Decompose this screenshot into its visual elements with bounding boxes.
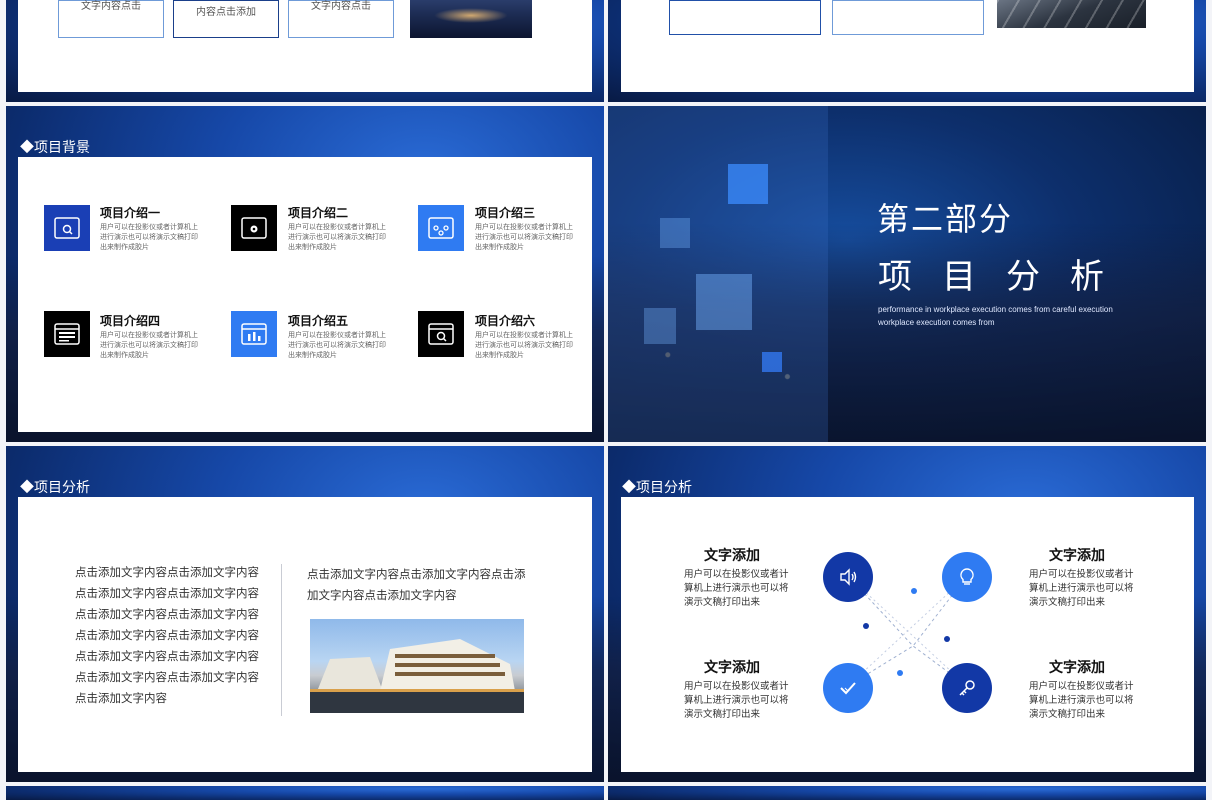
slide-6[interactable]: ◆项目分析 文字添加 用户可以在投影仪或者计算机上进行演示也可以将演示文稿打印出… bbox=[608, 446, 1206, 782]
share-icon bbox=[428, 217, 454, 239]
key-icon bbox=[959, 680, 975, 696]
connector-lines bbox=[847, 575, 968, 687]
slide-8[interactable] bbox=[608, 786, 1206, 800]
block-desc-2: 用户可以在投影仪或者计算机上进行演示也可以将演示文稿打印出来 bbox=[1029, 569, 1134, 608]
text-line: 点击添加文字内容点击添加文字内容 bbox=[75, 607, 259, 621]
connector-dot bbox=[944, 636, 950, 642]
slide-heading: ◆项目分析 bbox=[20, 479, 90, 495]
item-desc-4: 用户可以在投影仪或者计算机上进行演示也可以将演示文稿打印出来制作成胶片 bbox=[100, 331, 198, 359]
section-subtitle-en: performance in workplace execution comes… bbox=[878, 305, 1113, 327]
lightbulb-icon bbox=[960, 568, 974, 585]
text-line: 点击添加文字内容 bbox=[75, 691, 167, 705]
speaker-icon bbox=[840, 568, 857, 586]
text-line: 点击添加文字内容点击添加文字内容 bbox=[75, 649, 259, 663]
decor-square-2 bbox=[660, 218, 690, 248]
decor-square-1 bbox=[728, 164, 768, 204]
item-title-6: 项目介绍六 bbox=[475, 314, 536, 328]
speaker-icon-circle bbox=[823, 552, 873, 602]
browser-icon bbox=[54, 323, 80, 345]
slide-1[interactable]: 文字内容点击 内容点击添加 文字内容点击 bbox=[6, 0, 604, 102]
block-title-3: 文字添加 bbox=[704, 659, 760, 675]
block-title-4: 文字添加 bbox=[1049, 659, 1105, 675]
slide-5[interactable]: ◆项目分析 点击添加文字内容点击添加文字内容 点击添加文字内容点击添加文字内容 … bbox=[6, 446, 604, 782]
lightbulb-icon-circle bbox=[942, 552, 992, 602]
photo-lines bbox=[997, 0, 1146, 28]
section-subtitle-cn: 项目分析 bbox=[878, 257, 1134, 297]
highway-photo bbox=[997, 0, 1146, 28]
item-icon-4 bbox=[44, 311, 90, 357]
item-title-3: 项目介绍三 bbox=[475, 206, 536, 220]
item-icon-1 bbox=[44, 205, 90, 251]
text-line: 点击添加文字内容点击添加文字内容 bbox=[75, 670, 259, 684]
text-line: 点击添加文字内容点击添加文字内容 bbox=[75, 628, 259, 642]
slide-background bbox=[608, 786, 1206, 800]
item-desc-1: 用户可以在投影仪或者计算机上进行演示也可以将演示文稿打印出来制作成胶片 bbox=[100, 223, 198, 251]
item-title-5: 项目介绍五 bbox=[288, 314, 349, 328]
search-icon bbox=[54, 217, 80, 239]
slide-heading: ◆项目背景 bbox=[20, 139, 90, 155]
section-title: 第二部分 bbox=[877, 200, 1014, 238]
block-desc-1: 用户可以在投影仪或者计算机上进行演示也可以将演示文稿打印出来 bbox=[684, 569, 789, 608]
connector-dot bbox=[911, 588, 917, 594]
slide-background bbox=[6, 786, 604, 800]
chart-icon bbox=[241, 323, 267, 345]
decor-square-3 bbox=[696, 274, 752, 330]
decor-square-5 bbox=[762, 352, 782, 372]
harbor-photo bbox=[410, 0, 532, 38]
search-icon bbox=[428, 323, 454, 345]
connector-dot bbox=[863, 623, 869, 629]
box-label: 内容点击添加 bbox=[196, 7, 256, 18]
content-panel bbox=[18, 157, 592, 432]
text-box-2: 内容点击添加 bbox=[173, 0, 279, 38]
item-icon-5 bbox=[231, 311, 277, 357]
text-box-3: 文字内容点击 bbox=[288, 0, 394, 38]
text-line: 点击添加文字内容点击添加文字内容 bbox=[75, 586, 259, 600]
item-title-1: 项目介绍一 bbox=[100, 206, 161, 220]
item-title-2: 项目介绍二 bbox=[288, 206, 349, 220]
empty-box-2 bbox=[832, 0, 984, 35]
item-icon-6 bbox=[418, 311, 464, 357]
slide-4[interactable]: 第二部分 项目分析 performance in workplace execu… bbox=[608, 106, 1206, 442]
item-desc-6: 用户可以在投影仪或者计算机上进行演示也可以将演示文稿打印出来制作成胶片 bbox=[475, 331, 573, 359]
cruise-ship-photo bbox=[310, 619, 524, 713]
text-box-1: 文字内容点击 bbox=[58, 0, 164, 38]
photo-glow bbox=[434, 7, 508, 23]
settings-icon bbox=[241, 217, 267, 239]
item-desc-5: 用户可以在投影仪或者计算机上进行演示也可以将演示文稿打印出来制作成胶片 bbox=[288, 331, 386, 359]
item-icon-3 bbox=[418, 205, 464, 251]
right-text: 点击添加文字内容点击添加文字内容点击添加文字内容点击添加文字内容 bbox=[307, 567, 526, 602]
item-icon-2 bbox=[231, 205, 277, 251]
item-title-4: 项目介绍四 bbox=[100, 314, 161, 328]
text-line: 点击添加文字内容点击添加文字内容 bbox=[75, 565, 259, 579]
block-desc-3: 用户可以在投影仪或者计算机上进行演示也可以将演示文稿打印出来 bbox=[684, 681, 789, 720]
box-label: 文字内容点击 bbox=[311, 1, 371, 12]
key-icon-circle bbox=[942, 663, 992, 713]
empty-box-1 bbox=[669, 0, 821, 35]
item-desc-2: 用户可以在投影仪或者计算机上进行演示也可以将演示文稿打印出来制作成胶片 bbox=[288, 223, 386, 251]
slide-7[interactable] bbox=[6, 786, 604, 800]
connector-dot bbox=[897, 670, 903, 676]
slide-2[interactable] bbox=[608, 0, 1206, 102]
left-text-block: 点击添加文字内容点击添加文字内容 点击添加文字内容点击添加文字内容 点击添加文字… bbox=[75, 562, 259, 709]
decor-square-4 bbox=[644, 308, 676, 344]
block-title-1: 文字添加 bbox=[704, 547, 760, 563]
block-title-2: 文字添加 bbox=[1049, 547, 1105, 563]
divider bbox=[281, 564, 282, 716]
item-desc-3: 用户可以在投影仪或者计算机上进行演示也可以将演示文稿打印出来制作成胶片 bbox=[475, 223, 573, 251]
slide-3[interactable]: ◆项目背景 项目介绍一 用户可以在投影仪或者计算机上进行演示也可以将演示文稿打印… bbox=[6, 106, 604, 442]
block-desc-4: 用户可以在投影仪或者计算机上进行演示也可以将演示文稿打印出来 bbox=[1029, 681, 1134, 720]
check-icon-circle bbox=[823, 663, 873, 713]
check-icon bbox=[840, 682, 856, 695]
cruise-ship-illustration bbox=[310, 639, 524, 713]
box-label: 文字内容点击 bbox=[81, 1, 141, 12]
